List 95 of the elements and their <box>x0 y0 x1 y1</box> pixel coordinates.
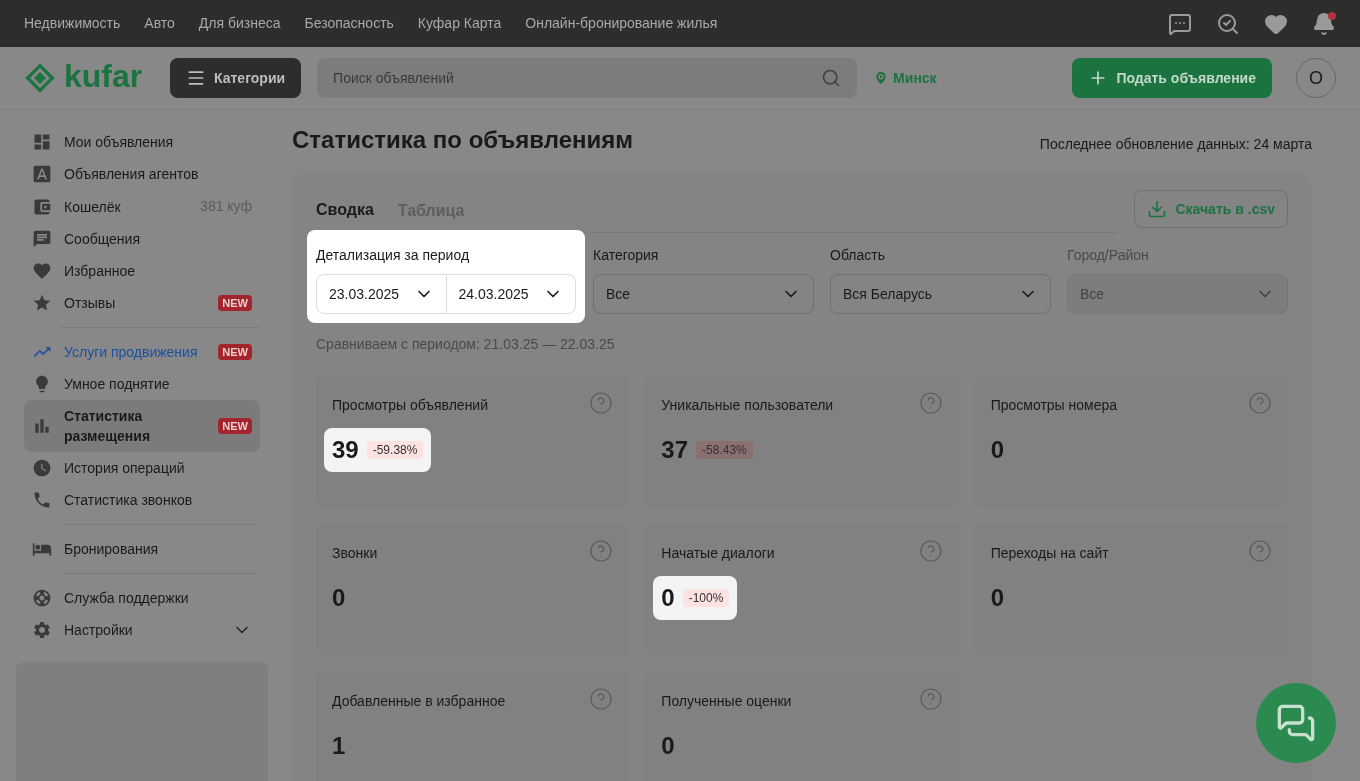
stat-title: Звонки <box>332 544 378 563</box>
sidebar-item[interactable]: Статистика звонков <box>24 484 260 516</box>
top-nav-link[interactable]: Для бизнеса <box>198 13 281 34</box>
chat-icon <box>32 229 52 249</box>
help-icon[interactable] <box>918 391 943 415</box>
sidebar-item-label: Избранное <box>64 262 136 281</box>
sidebar-item-label: Настройки <box>64 621 134 640</box>
menu-icon <box>186 68 206 88</box>
stat-value: 0 <box>661 583 675 613</box>
help-icon[interactable] <box>918 539 943 563</box>
filter-label: Область <box>830 246 886 265</box>
search-field[interactable]: Поиск объявлений <box>317 58 858 98</box>
sidebar-item-label: История операций <box>64 459 186 478</box>
sidebar-item-label: Статистика размещения <box>64 407 152 446</box>
sidebar-item[interactable]: Отзывы NEW <box>24 287 260 319</box>
sidebar-item-label: Отзывы <box>64 294 117 313</box>
stat-value: 1 <box>332 731 346 761</box>
sidebar-item-label: Бронирования <box>64 540 160 559</box>
sidebar-item-label: Мои объявления <box>64 133 175 152</box>
new-badge: NEW <box>218 418 252 434</box>
stat-value: 0 <box>990 435 1004 465</box>
sidebar-item-label: Услуги продвижения <box>64 343 199 362</box>
categories-button[interactable]: Категории <box>170 58 302 98</box>
sidebar-item[interactable]: Настройки <box>24 614 260 646</box>
lifebuoy-icon <box>32 588 52 608</box>
sidebar-item-label: Объявления агентов <box>64 165 200 184</box>
stat-title: Полученные оценки <box>661 692 792 711</box>
stat-value: 37 <box>661 435 689 465</box>
clock-icon <box>32 458 52 478</box>
help-icon[interactable] <box>918 687 943 711</box>
help-icon[interactable] <box>1248 539 1272 563</box>
sidebar-item-label: Служба поддержки <box>64 589 190 608</box>
stat-value: 39 <box>332 435 359 465</box>
sidebar-item[interactable]: Умное поднятие <box>24 368 260 400</box>
download-icon <box>1147 199 1168 219</box>
stat-title: Переходы на сайт <box>990 544 1109 563</box>
search-icon[interactable] <box>821 68 842 88</box>
settings-icon <box>32 620 52 640</box>
change-badge: -58.43% <box>696 441 753 459</box>
star-icon <box>32 293 52 313</box>
top-nav-link[interactable]: Авто <box>144 13 175 34</box>
filter-label: Категория <box>593 246 660 265</box>
page-title: Статистика по объявлениям <box>292 125 634 155</box>
stat-title: Уникальные пользователи <box>661 396 834 415</box>
new-badge: NEW <box>218 344 252 360</box>
filter-label: Город/Район <box>1067 246 1150 265</box>
top-nav-link[interactable]: Куфар Карта <box>417 13 502 34</box>
sidebar-item[interactable]: Сообщения <box>24 223 260 255</box>
last-update-text: Последнее обновление данных: 24 марта <box>1039 134 1312 154</box>
select-field: Все <box>1067 274 1288 314</box>
sidebar-item[interactable]: История операций <box>24 452 260 484</box>
select-field[interactable]: 24.03.2025 <box>446 274 576 314</box>
sidebar-item-label: Кошелёк <box>64 197 122 217</box>
help-icon[interactable] <box>1248 391 1272 415</box>
heart-icon <box>32 261 52 281</box>
help-icon[interactable] <box>589 539 614 563</box>
sidebar-item[interactable]: Услуги продвижения NEW <box>24 336 260 368</box>
help-icon[interactable] <box>589 687 614 711</box>
stat-title: Просмотры объявлений <box>332 396 488 415</box>
stat-value: 0 <box>990 583 1004 613</box>
saved-search-icon[interactable] <box>1216 11 1240 36</box>
stat-value: 0 <box>332 583 346 613</box>
change-badge: -100% <box>682 589 730 607</box>
bar-chart-icon <box>32 416 52 436</box>
bell-icon[interactable] <box>1312 11 1336 36</box>
sidebar-item[interactable]: Бронирования <box>24 533 260 565</box>
stat-value: 0 <box>661 731 675 761</box>
select-field[interactable]: Все <box>593 274 814 314</box>
chat-bubbles-icon <box>1276 703 1316 743</box>
message-icon[interactable] <box>1168 11 1192 36</box>
comparison-text: Сравниваем с периодом: 21.03.25 — 22.03.25 <box>316 335 616 354</box>
phone-icon <box>32 490 52 510</box>
help-icon[interactable] <box>589 391 614 415</box>
sidebar-item[interactable]: Объявления агентов <box>24 158 260 190</box>
filter-label: Детализация за период <box>316 246 471 265</box>
select-field[interactable]: 23.03.2025 <box>316 274 447 314</box>
stat-title: Просмотры номера <box>990 396 1118 415</box>
change-badge: -59.38% <box>366 441 424 459</box>
stat-title: Добавленные в избранное <box>332 692 506 711</box>
sidebar-item-label: Статистика звонков <box>64 491 194 510</box>
dashboard-icon <box>32 132 52 152</box>
post-ad-button[interactable]: Подать объявление <box>1072 58 1272 98</box>
logo-icon <box>24 62 56 94</box>
sidebar-item[interactable]: Мои объявления <box>24 126 260 158</box>
top-nav-link[interactable]: Безопасность <box>304 13 394 34</box>
top-nav-link[interactable]: Онлайн-бронирование жилья <box>525 13 718 34</box>
sidebar-item-label: Сообщения <box>64 230 141 249</box>
stat-title: Начатые диалоги <box>661 544 775 563</box>
new-badge: NEW <box>218 295 252 311</box>
sidebar-item[interactable]: Служба поддержки <box>24 582 260 614</box>
sidebar-item[interactable]: Избранное <box>24 255 260 287</box>
top-nav-link[interactable]: Недвижимость <box>24 13 121 34</box>
select-field[interactable]: Вся Беларусь <box>830 274 1051 314</box>
sidebar-item-label: Умное поднятие <box>64 375 171 394</box>
sidebar-item[interactable]: Статистика размещения NEW <box>24 400 260 452</box>
